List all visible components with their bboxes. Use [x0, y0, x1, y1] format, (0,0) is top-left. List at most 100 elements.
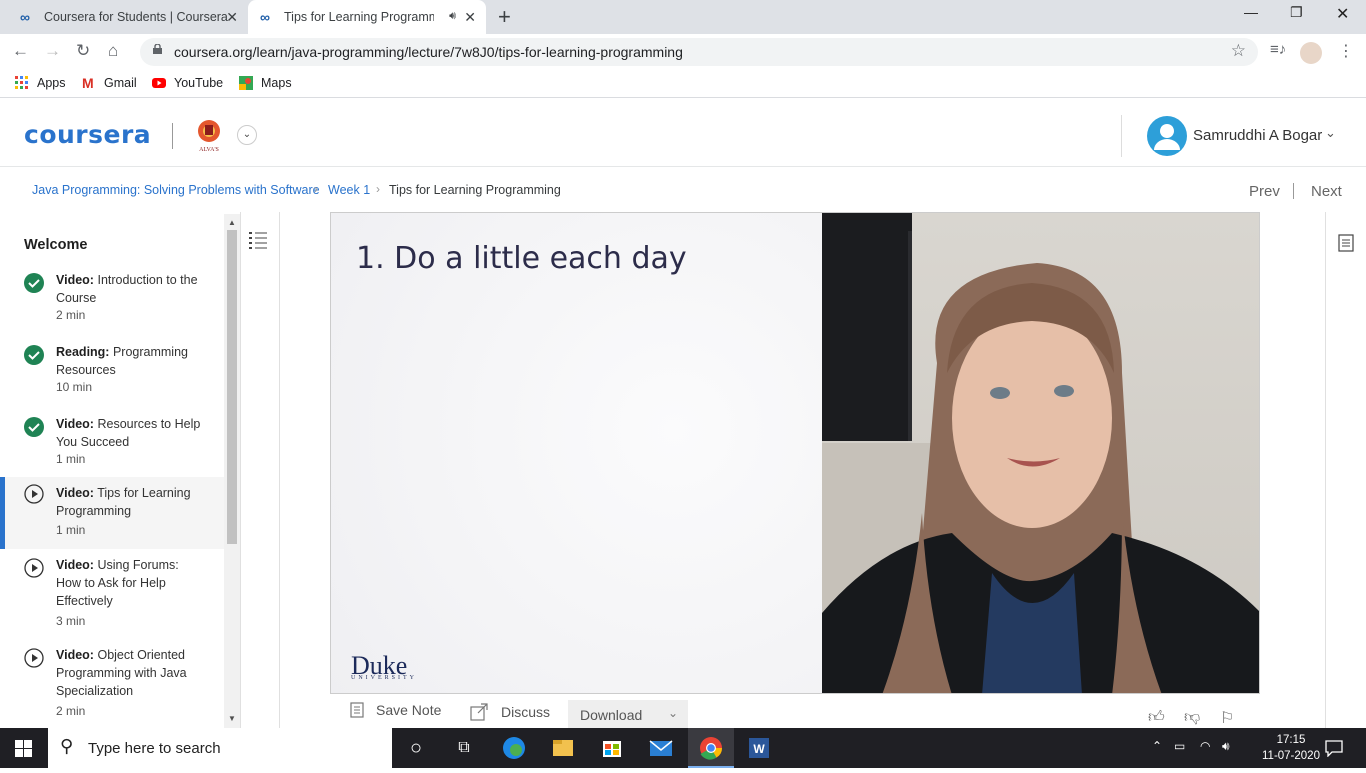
- breadcrumb-chevron-icon: ›: [314, 182, 318, 196]
- bookmark-label: Maps: [261, 76, 292, 90]
- transcript-icon[interactable]: [1338, 234, 1354, 252]
- close-tab-icon[interactable]: ✕: [226, 9, 238, 26]
- volume-icon[interactable]: 🔊︎: [1222, 739, 1230, 754]
- video-player[interactable]: 1. Do a little each day Duke UNIVERSITY: [330, 212, 1260, 694]
- check-circle-icon: [24, 273, 44, 293]
- list-toggle-icon[interactable]: [249, 231, 267, 249]
- scroll-down-arrow-icon[interactable]: ▼: [228, 714, 236, 723]
- close-tab-icon[interactable]: ✕: [464, 9, 476, 26]
- bookmark-gmail[interactable]: M Gmail: [82, 76, 137, 90]
- battery-icon[interactable]: ▭: [1174, 739, 1185, 753]
- notifications-icon[interactable]: [1325, 739, 1343, 757]
- breadcrumb-week-link[interactable]: Week 1: [328, 183, 370, 197]
- lesson-duration: 1 min: [56, 523, 86, 537]
- wifi-icon[interactable]: ◠: [1200, 739, 1210, 753]
- address-bar[interactable]: coursera.org/learn/java-programming/lect…: [140, 38, 1258, 66]
- sidebar-scroll-thumb[interactable]: [227, 230, 237, 544]
- user-menu-chevron-icon[interactable]: ⌄: [1325, 125, 1336, 141]
- store-icon[interactable]: [594, 732, 630, 764]
- tab-title: Coursera for Students | Coursera: [44, 10, 228, 24]
- audio-playing-icon[interactable]: 🔊︎: [449, 10, 456, 23]
- tray-chevron-up-icon[interactable]: ⌃: [1152, 739, 1162, 753]
- windows-start-icon[interactable]: [15, 740, 32, 757]
- next-button[interactable]: Next: [1311, 183, 1342, 200]
- note-icon: [350, 702, 364, 718]
- lesson-duration: 3 min: [56, 614, 86, 628]
- menu-icon[interactable]: ⋮: [1338, 41, 1354, 61]
- coursera-logo[interactable]: coursera: [24, 120, 151, 149]
- prev-button[interactable]: Prev: [1249, 183, 1280, 200]
- apps-grid-icon: [15, 76, 28, 89]
- alvas-logo[interactable]: ALVA'S: [194, 117, 224, 153]
- instructor-image: [822, 213, 1259, 693]
- user-avatar[interactable]: [1147, 116, 1187, 156]
- lesson-item[interactable]: Video: Object Oriented Programming with …: [0, 648, 224, 728]
- media-control-icon[interactable]: ≡♪: [1270, 41, 1286, 58]
- clock-time: 17:15: [1276, 734, 1306, 746]
- bookmark-label: Gmail: [104, 76, 137, 90]
- play-circle-icon: [24, 484, 44, 504]
- discuss-label: Discuss: [501, 704, 551, 720]
- close-window-button[interactable]: ✕: [1336, 4, 1349, 24]
- taskbar-clock[interactable]: 17:15 11-07-2020: [1262, 732, 1320, 764]
- browser-tab-coursera-students[interactable]: ∞ Coursera for Students | Coursera ✕: [8, 0, 248, 34]
- lesson-title: Video: Object Oriented Programming with …: [56, 648, 187, 698]
- home-icon[interactable]: ⌂: [108, 41, 118, 61]
- profile-avatar[interactable]: [1300, 42, 1322, 64]
- word-icon[interactable]: W: [741, 732, 777, 764]
- lecture-slide: 1. Do a little each day Duke UNIVERSITY: [331, 213, 822, 693]
- reload-icon[interactable]: ↻: [76, 41, 90, 61]
- lesson-item[interactable]: Video: Resources to Help You Succeed 1 m…: [0, 408, 224, 480]
- play-circle-icon: [24, 648, 44, 668]
- mail-icon[interactable]: [643, 732, 679, 764]
- scroll-up-arrow-icon[interactable]: ▲: [228, 218, 236, 227]
- module-title: Welcome: [24, 237, 88, 253]
- bookmark-apps[interactable]: Apps: [15, 76, 66, 90]
- discuss-button[interactable]: Discuss: [470, 703, 550, 721]
- file-explorer-icon[interactable]: [545, 732, 581, 764]
- bookmark-star-icon[interactable]: ☆: [1231, 41, 1246, 61]
- clock-date: 11-07-2020: [1262, 750, 1320, 762]
- task-view-icon[interactable]: ⧉: [446, 732, 482, 764]
- cortana-icon[interactable]: ○: [398, 732, 434, 764]
- download-dropdown[interactable]: Download ⌄: [568, 700, 688, 728]
- toc-toggle-bar: [240, 212, 280, 728]
- breadcrumb-chevron-icon: ›: [376, 182, 380, 196]
- lesson-item[interactable]: Reading: Programming Resources 10 min: [0, 336, 224, 408]
- browser-tab-tips[interactable]: ∞ Tips for Learning Programmi 🔊︎ ✕: [248, 0, 486, 34]
- lesson-title: Video: Resources to Help You Succeed: [56, 417, 201, 449]
- taskbar-search-box[interactable]: ⚲ Type here to search: [48, 728, 392, 768]
- dislike-icon[interactable]: 👎︎: [1184, 708, 1200, 727]
- svg-text:W: W: [753, 742, 765, 756]
- slide-title: 1. Do a little each day: [356, 241, 687, 276]
- user-name[interactable]: Samruddhi A Bogar: [1193, 127, 1322, 144]
- lesson-item-current[interactable]: Video: Tips for Learning Programming 1 m…: [0, 477, 224, 549]
- lesson-item[interactable]: Video: Using Forums: How to Ask for Help…: [0, 558, 224, 648]
- chrome-taskbar-icon[interactable]: [688, 728, 734, 768]
- minimize-button[interactable]: —: [1244, 4, 1258, 20]
- forward-icon[interactable]: →: [44, 41, 61, 61]
- like-icon[interactable]: 👍︎: [1148, 708, 1165, 727]
- org-switcher-chevron-icon[interactable]: ⌄: [237, 125, 257, 145]
- bookmark-maps[interactable]: Maps: [239, 76, 292, 90]
- tab-title: Tips for Learning Programmi: [284, 10, 434, 24]
- breadcrumb: Java Programming: Solving Problems with …: [0, 168, 1366, 212]
- save-note-button[interactable]: Save Note: [350, 702, 441, 718]
- restore-button[interactable]: ❐: [1290, 4, 1303, 21]
- youtube-icon: [152, 78, 166, 88]
- url-text: coursera.org/learn/java-programming/lect…: [174, 44, 683, 60]
- bookmark-youtube[interactable]: YouTube: [152, 76, 223, 90]
- active-indicator: [0, 477, 5, 549]
- right-rail: [1325, 212, 1366, 728]
- lesson-title: Video: Tips for Learning Programming: [56, 486, 191, 518]
- new-tab-button[interactable]: +: [498, 6, 511, 28]
- lesson-item[interactable]: Video: Introduction to the Course 2 min: [0, 264, 224, 336]
- back-icon[interactable]: ←: [12, 41, 29, 61]
- maps-icon: [239, 76, 253, 90]
- breadcrumb-course-link[interactable]: Java Programming: Solving Problems with …: [32, 183, 320, 197]
- prev-next-divider: [1293, 183, 1294, 199]
- user-avatar-icon: [1154, 124, 1180, 150]
- flag-icon[interactable]: ⚐: [1220, 708, 1234, 728]
- edge-icon[interactable]: [496, 732, 532, 764]
- search-placeholder: Type here to search: [88, 740, 221, 757]
